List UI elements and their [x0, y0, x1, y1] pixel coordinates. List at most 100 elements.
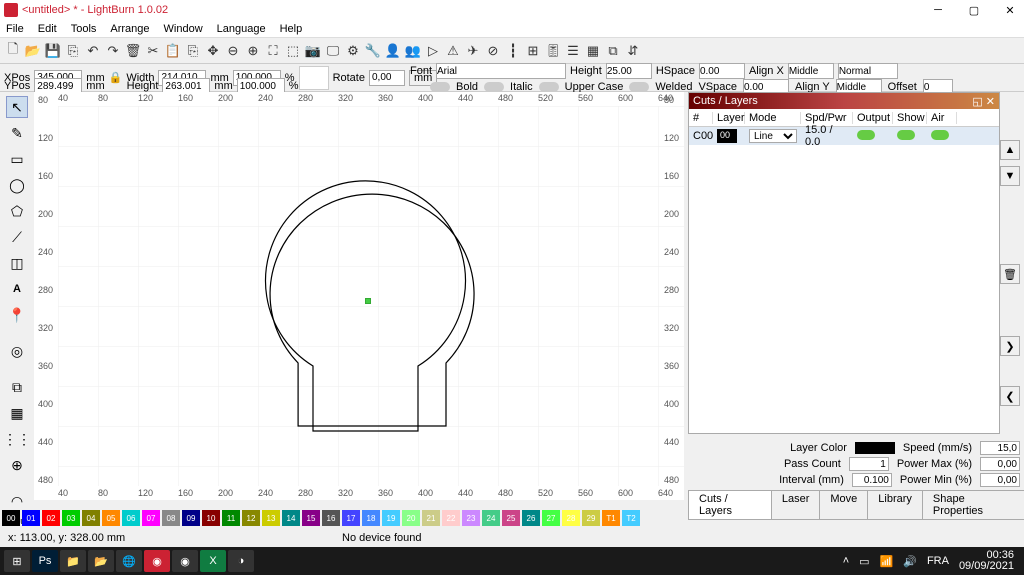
link-icon[interactable]: ⇵ [624, 42, 642, 60]
new-icon[interactable]: 🗋 [4, 42, 22, 60]
palette-14[interactable]: 14 [282, 510, 300, 526]
stop-icon[interactable]: ⊘ [484, 42, 502, 60]
palette-03[interactable]: 03 [62, 510, 80, 526]
open-icon[interactable]: 📂 [24, 42, 42, 60]
monitor-icon[interactable]: 🖵 [324, 42, 342, 60]
panel-close-icon[interactable]: ✕ [986, 96, 995, 108]
tray-sound-icon[interactable]: 🔊 [903, 555, 917, 568]
palette-23[interactable]: 23 [462, 510, 480, 526]
anchor-grid[interactable] [299, 66, 329, 90]
crop-icon[interactable]: ⧉ [604, 42, 622, 60]
align-icon[interactable]: ┇ [504, 42, 522, 60]
palette-06[interactable]: 06 [122, 510, 140, 526]
palette-13[interactable]: 13 [262, 510, 280, 526]
select-tool[interactable]: ↖ [6, 96, 28, 118]
grid-tool[interactable]: ⋮⋮ [6, 428, 28, 450]
copy-icon[interactable]: ⎘ [184, 42, 202, 60]
minimize-button[interactable]: ─ [928, 3, 948, 17]
palette-08[interactable]: 08 [162, 510, 180, 526]
palette-16[interactable]: 16 [322, 510, 340, 526]
undo-icon[interactable]: ↶ [84, 42, 102, 60]
users-icon[interactable]: 👥 [404, 42, 422, 60]
ps-icon[interactable]: Ps [32, 550, 58, 572]
menu-tools[interactable]: Tools [71, 23, 97, 35]
lightburn-icon[interactable]: ◉ [144, 550, 170, 572]
app-icon-2[interactable]: ◑ [228, 550, 254, 572]
palette-25[interactable]: 25 [502, 510, 520, 526]
save-icon[interactable]: 💾 [44, 42, 62, 60]
palette-22[interactable]: 22 [442, 510, 460, 526]
select-icon[interactable]: ⬚ [284, 42, 302, 60]
menu-help[interactable]: Help [280, 23, 303, 35]
distribute-icon[interactable]: ⊞ [524, 42, 542, 60]
palette-10[interactable]: 10 [202, 510, 220, 526]
start-button[interactable]: ⊞ [4, 550, 30, 572]
palette-07[interactable]: 07 [142, 510, 160, 526]
gear-icon[interactable]: ⚙ [344, 42, 362, 60]
explorer-icon[interactable]: 📂 [88, 550, 114, 572]
chrome-icon[interactable]: ◉ [172, 550, 198, 572]
tray-cast-icon[interactable]: ▭ [859, 555, 869, 568]
palette-17[interactable]: 17 [342, 510, 360, 526]
camera-icon[interactable]: 📷 [304, 42, 322, 60]
italic-toggle[interactable] [484, 82, 504, 92]
bezier-tool[interactable]: ⟋ [6, 226, 28, 248]
output-toggle[interactable] [857, 130, 875, 140]
air-toggle[interactable] [931, 130, 949, 140]
palette-26[interactable]: 26 [522, 510, 540, 526]
speed-input[interactable] [980, 441, 1020, 455]
folder-icon[interactable]: 📁 [60, 550, 86, 572]
excel-icon[interactable]: X [200, 550, 226, 572]
menu-file[interactable]: File [6, 23, 24, 35]
palette-15[interactable]: 15 [302, 510, 320, 526]
palette-19[interactable]: 19 [382, 510, 400, 526]
normal-input[interactable] [838, 63, 898, 79]
draw-tool[interactable]: ✎ [6, 122, 28, 144]
palette-T2[interactable]: T2 [622, 510, 640, 526]
palette-12[interactable]: 12 [242, 510, 260, 526]
zoom-out-icon[interactable]: ⊖ [224, 42, 242, 60]
ellipse-tool[interactable]: ◯ [6, 174, 28, 196]
layer-row-c00[interactable]: C00 00 Line 15.0 / 0.0 [689, 127, 999, 145]
text-tool[interactable]: A [6, 278, 28, 300]
rotate-input[interactable] [369, 70, 405, 86]
tab-cuts[interactable]: Cuts / Layers [688, 490, 772, 520]
expand-left-button[interactable]: ❮ [1000, 386, 1020, 406]
tray-chevron-icon[interactable]: ˄ [843, 555, 849, 567]
play-icon[interactable]: ▷ [424, 42, 442, 60]
marker-tool[interactable]: 📍 [6, 304, 28, 326]
tab-laser[interactable]: Laser [771, 490, 821, 520]
grid-icon[interactable]: ▦ [584, 42, 602, 60]
menu-window[interactable]: Window [164, 23, 203, 35]
palette-05[interactable]: 05 [102, 510, 120, 526]
offset-tool[interactable]: ⧉ [6, 376, 28, 398]
palette-27[interactable]: 27 [542, 510, 560, 526]
boolean-tool[interactable]: ⊕ [6, 454, 28, 476]
bars-icon[interactable]: ☰ [564, 42, 582, 60]
palette-00[interactable]: 00 [2, 510, 20, 526]
interval-input[interactable] [852, 473, 892, 487]
palette-20[interactable]: 20 [402, 510, 420, 526]
tab-shape[interactable]: Shape Properties [922, 490, 1024, 520]
mode-select[interactable]: Line [749, 129, 797, 143]
tab-move[interactable]: Move [819, 490, 868, 520]
delete-icon[interactable]: 🗑 [124, 42, 142, 60]
trash-button[interactable]: 🗑 [1000, 264, 1020, 284]
array-tool[interactable]: ▦ [6, 402, 28, 424]
tray-wifi-icon[interactable]: 📶 [880, 555, 894, 568]
edge-icon[interactable]: 🌐 [116, 550, 142, 572]
layer-color[interactable] [855, 442, 895, 454]
polygon-tool[interactable]: ⬠ [6, 200, 28, 222]
palette-21[interactable]: 21 [422, 510, 440, 526]
layer-up-button[interactable]: ▲ [1000, 140, 1020, 160]
menu-arrange[interactable]: Arrange [110, 23, 149, 35]
measure-tool[interactable]: ◠ [6, 490, 28, 512]
font-input[interactable] [436, 63, 566, 79]
palette-02[interactable]: 02 [42, 510, 60, 526]
maximize-button[interactable]: ▢ [964, 3, 984, 17]
font-height-input[interactable] [606, 63, 652, 79]
palette-04[interactable]: 04 [82, 510, 100, 526]
palette-29[interactable]: 29 [582, 510, 600, 526]
circle-tool[interactable]: ◎ [6, 340, 28, 362]
send-icon[interactable]: ✈ [464, 42, 482, 60]
